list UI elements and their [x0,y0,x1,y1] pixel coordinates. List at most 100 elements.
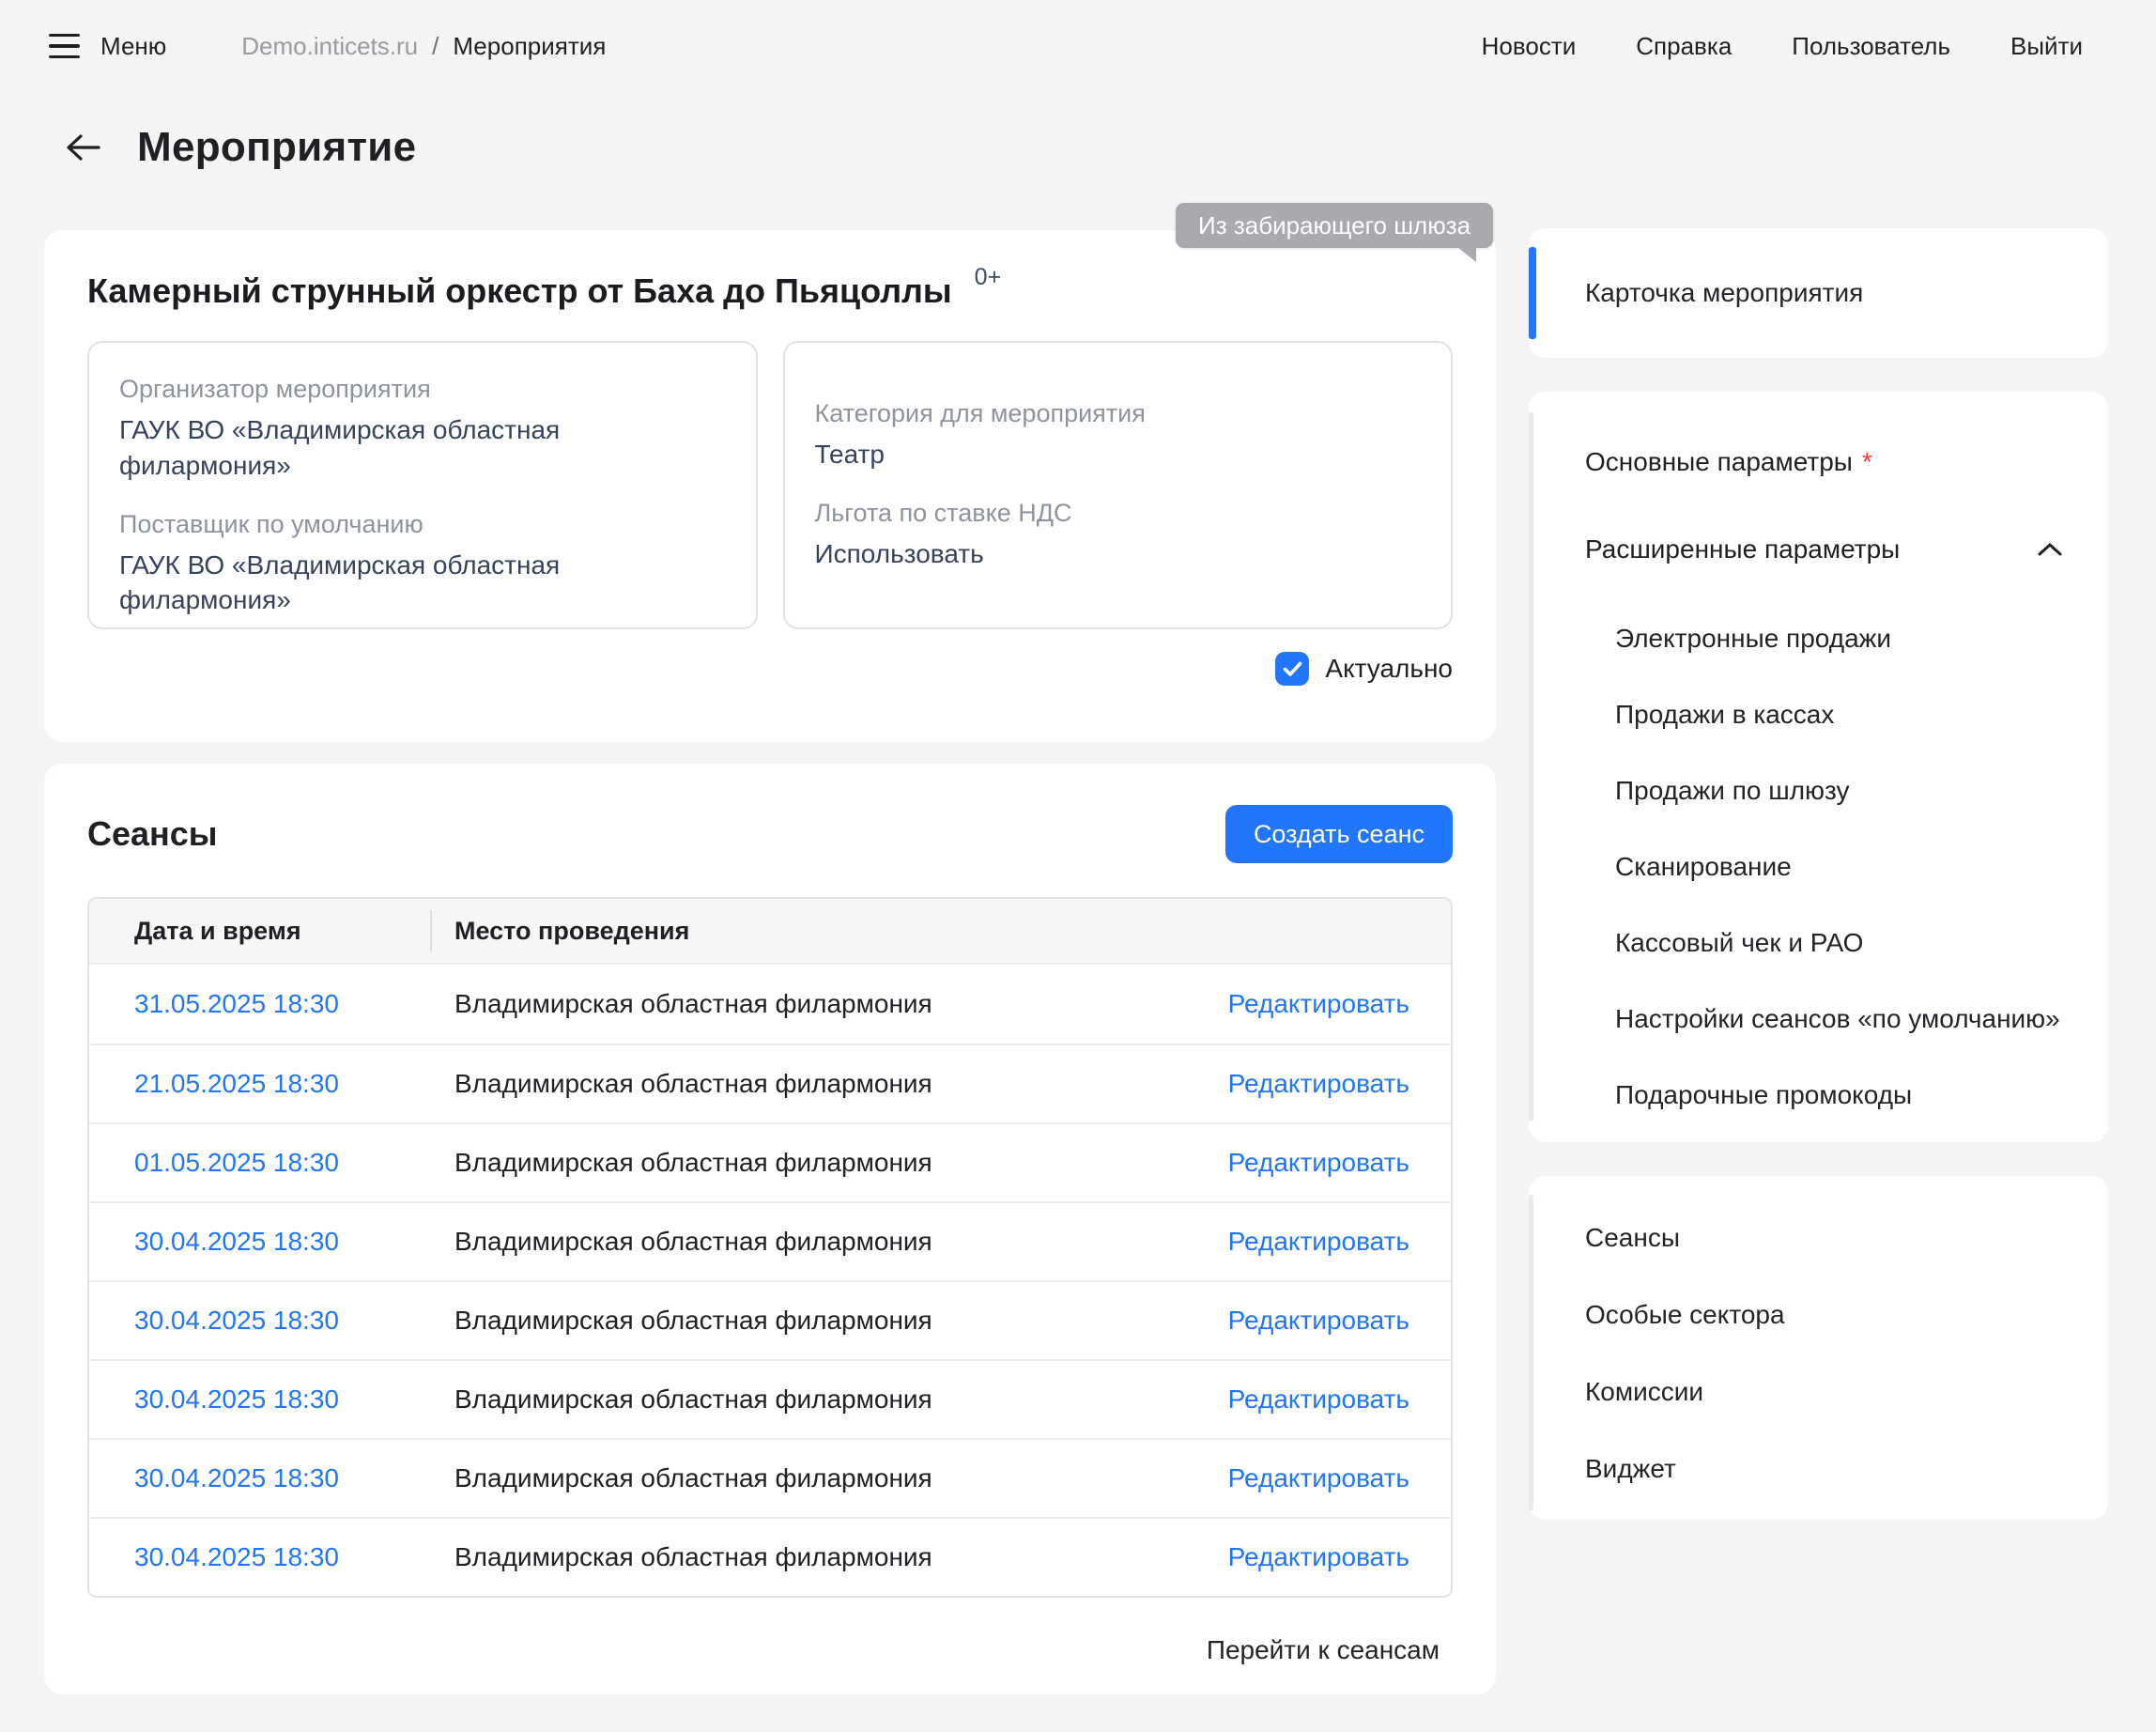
session-datetime-link[interactable]: 30.04.2025 18:30 [134,1384,339,1414]
back-arrow-icon[interactable] [64,131,103,163]
actual-checkbox-label[interactable]: Актуально [1325,654,1453,684]
session-action-cell: Редактировать [1228,1227,1451,1257]
session-venue-cell: Владимирская областная филармония [430,1306,1228,1336]
table-row: 30.04.2025 18:30 Владимирская областная … [89,1280,1451,1359]
sidebar-sub-item[interactable]: Продажи в кассах [1615,676,2067,752]
hamburger-menu-icon[interactable] [49,34,80,59]
session-datetime-link[interactable]: 31.05.2025 18:30 [134,989,339,1018]
nav-user[interactable]: Пользователь [1792,32,1950,61]
sidebar-card-params: Основные параметры * Расширенные парамет… [1529,392,2108,1142]
session-venue-cell: Владимирская областная филармония [430,1227,1228,1257]
gateway-tooltip-text: Из забирающего шлюза [1198,211,1471,240]
sidebar-sub-item[interactable]: Электронные продажи [1615,600,2067,676]
vat-benefit-value: Использовать [815,536,1327,572]
organizer-label: Организатор мероприятия [119,375,726,404]
session-datetime-link[interactable]: 01.05.2025 18:30 [134,1148,339,1177]
session-venue-cell: Владимирская областная филармония [430,1148,1228,1178]
column-header-venue: Место проведения [432,917,689,946]
session-action-cell: Редактировать [1228,1542,1451,1572]
menu-button[interactable]: Меню [100,32,166,61]
sidebar-item-event-card[interactable]: Карточка мероприятия [1585,278,1863,308]
edit-session-link[interactable]: Редактировать [1228,1384,1409,1414]
sidebar-section-item[interactable]: Сеансы [1585,1199,2067,1276]
vat-benefit-label: Льгота по ставке НДС [815,499,1422,528]
session-venue-cell: Владимирская областная филармония [430,1069,1228,1099]
table-row: 30.04.2025 18:30 Владимирская областная … [89,1359,1451,1438]
topbar: Меню Demo.inticets.ru / Мероприятия Ново… [49,23,2083,70]
session-datetime-link[interactable]: 30.04.2025 18:30 [134,1306,339,1335]
sessions-card: Сеансы Создать сеанс Дата и время Место … [44,764,1496,1694]
session-action-cell: Редактировать [1228,1306,1451,1336]
sidebar-sections-list: Сеансы Особые сектора Комиссии Виджет [1585,1199,2067,1508]
session-datetime-cell: 30.04.2025 18:30 [89,1542,430,1572]
sidebar-sub-item[interactable]: Подарочные промокоды [1615,1057,2067,1133]
session-datetime-link[interactable]: 30.04.2025 18:30 [134,1227,339,1256]
sidebar-sub-item[interactable]: Настройки сеансов «по умолчанию» [1615,981,2067,1057]
sidebar-card-event[interactable]: Карточка мероприятия [1529,228,2108,358]
session-datetime-link[interactable]: 30.04.2025 18:30 [134,1463,339,1492]
session-datetime-cell: 01.05.2025 18:30 [89,1148,430,1178]
nav-logout[interactable]: Выйти [2010,32,2083,61]
session-action-cell: Редактировать [1228,1069,1451,1099]
edit-session-link[interactable]: Редактировать [1228,1463,1409,1492]
category-value: Театр [815,437,1327,472]
create-session-button[interactable]: Создать сеанс [1225,805,1453,863]
goto-sessions-link[interactable]: Перейти к сеансам [1207,1635,1440,1664]
checkmark-icon [1283,661,1302,677]
sidebar-item-advanced-params[interactable]: Расширенные параметры [1585,522,2067,577]
session-datetime-cell: 21.05.2025 18:30 [89,1069,430,1099]
table-row: 21.05.2025 18:30 Владимирская областная … [89,1044,1451,1122]
session-datetime-link[interactable]: 21.05.2025 18:30 [134,1069,339,1098]
table-row: 30.04.2025 18:30 Владимирская областная … [89,1438,1451,1517]
inactive-rail [1529,412,1533,1121]
default-supplier-value: ГАУК ВО «Владимирская областная филармон… [119,548,631,619]
active-indicator-rail [1529,247,1536,339]
breadcrumb-separator: / [432,32,439,61]
session-venue-cell: Владимирская областная филармония [430,989,1228,1019]
inactive-rail [1529,1195,1533,1510]
sidebar-sub-item[interactable]: Продажи по шлюзу [1615,752,2067,828]
session-action-cell: Редактировать [1228,1148,1451,1178]
sidebar-section-item[interactable]: Виджет [1585,1430,2067,1508]
page-title: Мероприятие [137,124,416,171]
chevron-up-icon[interactable] [2037,541,2063,558]
session-datetime-cell: 31.05.2025 18:30 [89,989,430,1019]
advanced-params-sublist: Электронные продажи Продажи в кассах Про… [1585,600,2067,1133]
sidebar-sub-item[interactable]: Кассовый чек и РАО [1615,905,2067,981]
session-action-cell: Редактировать [1228,1463,1451,1493]
category-box: Категория для мероприятия Театр Льгота п… [783,341,1454,629]
session-datetime-cell: 30.04.2025 18:30 [89,1463,430,1493]
advanced-params-label: Расширенные параметры [1585,534,1900,564]
edit-session-link[interactable]: Редактировать [1228,1306,1409,1335]
default-supplier-label: Поставщик по умолчанию [119,510,726,539]
breadcrumb-page: Мероприятия [453,32,606,61]
organizer-box: Организатор мероприятия ГАУК ВО «Владими… [87,341,758,629]
sidebar-item-main-params[interactable]: Основные параметры * [1585,435,2067,489]
main-params-label: Основные параметры [1585,447,1853,477]
session-action-cell: Редактировать [1228,989,1451,1019]
sidebar-sub-item[interactable]: Сканирование [1615,828,2067,905]
edit-session-link[interactable]: Редактировать [1228,1227,1409,1256]
category-label: Категория для мероприятия [815,399,1422,428]
edit-session-link[interactable]: Редактировать [1228,1148,1409,1177]
sidebar-card-sections: Сеансы Особые сектора Комиссии Виджет [1529,1176,2108,1520]
age-rating-badge: 0+ [975,264,1002,291]
edit-session-link[interactable]: Редактировать [1228,1069,1409,1098]
page-head: Мероприятие [64,124,416,171]
nav-news[interactable]: Новости [1482,32,1577,61]
topbar-links: Новости Справка Пользователь Выйти [1482,32,2083,61]
event-title: Камерный струнный оркестр от Баха до Пья… [87,271,952,311]
actual-checkbox[interactable] [1275,652,1309,686]
session-datetime-link[interactable]: 30.04.2025 18:30 [134,1542,339,1571]
sidebar-section-item[interactable]: Комиссии [1585,1353,2067,1430]
breadcrumb-site[interactable]: Demo.inticets.ru [241,32,418,61]
edit-session-link[interactable]: Редактировать [1228,989,1409,1018]
sessions-table-body: 31.05.2025 18:30 Владимирская областная … [89,965,1451,1596]
sidebar-section-item[interactable]: Особые сектора [1585,1276,2067,1353]
nav-help[interactable]: Справка [1636,32,1732,61]
organizer-value: ГАУК ВО «Владимирская областная филармон… [119,412,631,484]
table-row: 30.04.2025 18:30 Владимирская областная … [89,1517,1451,1596]
breadcrumb: Demo.inticets.ru / Мероприятия [241,32,606,61]
session-datetime-cell: 30.04.2025 18:30 [89,1227,430,1257]
edit-session-link[interactable]: Редактировать [1228,1542,1409,1571]
